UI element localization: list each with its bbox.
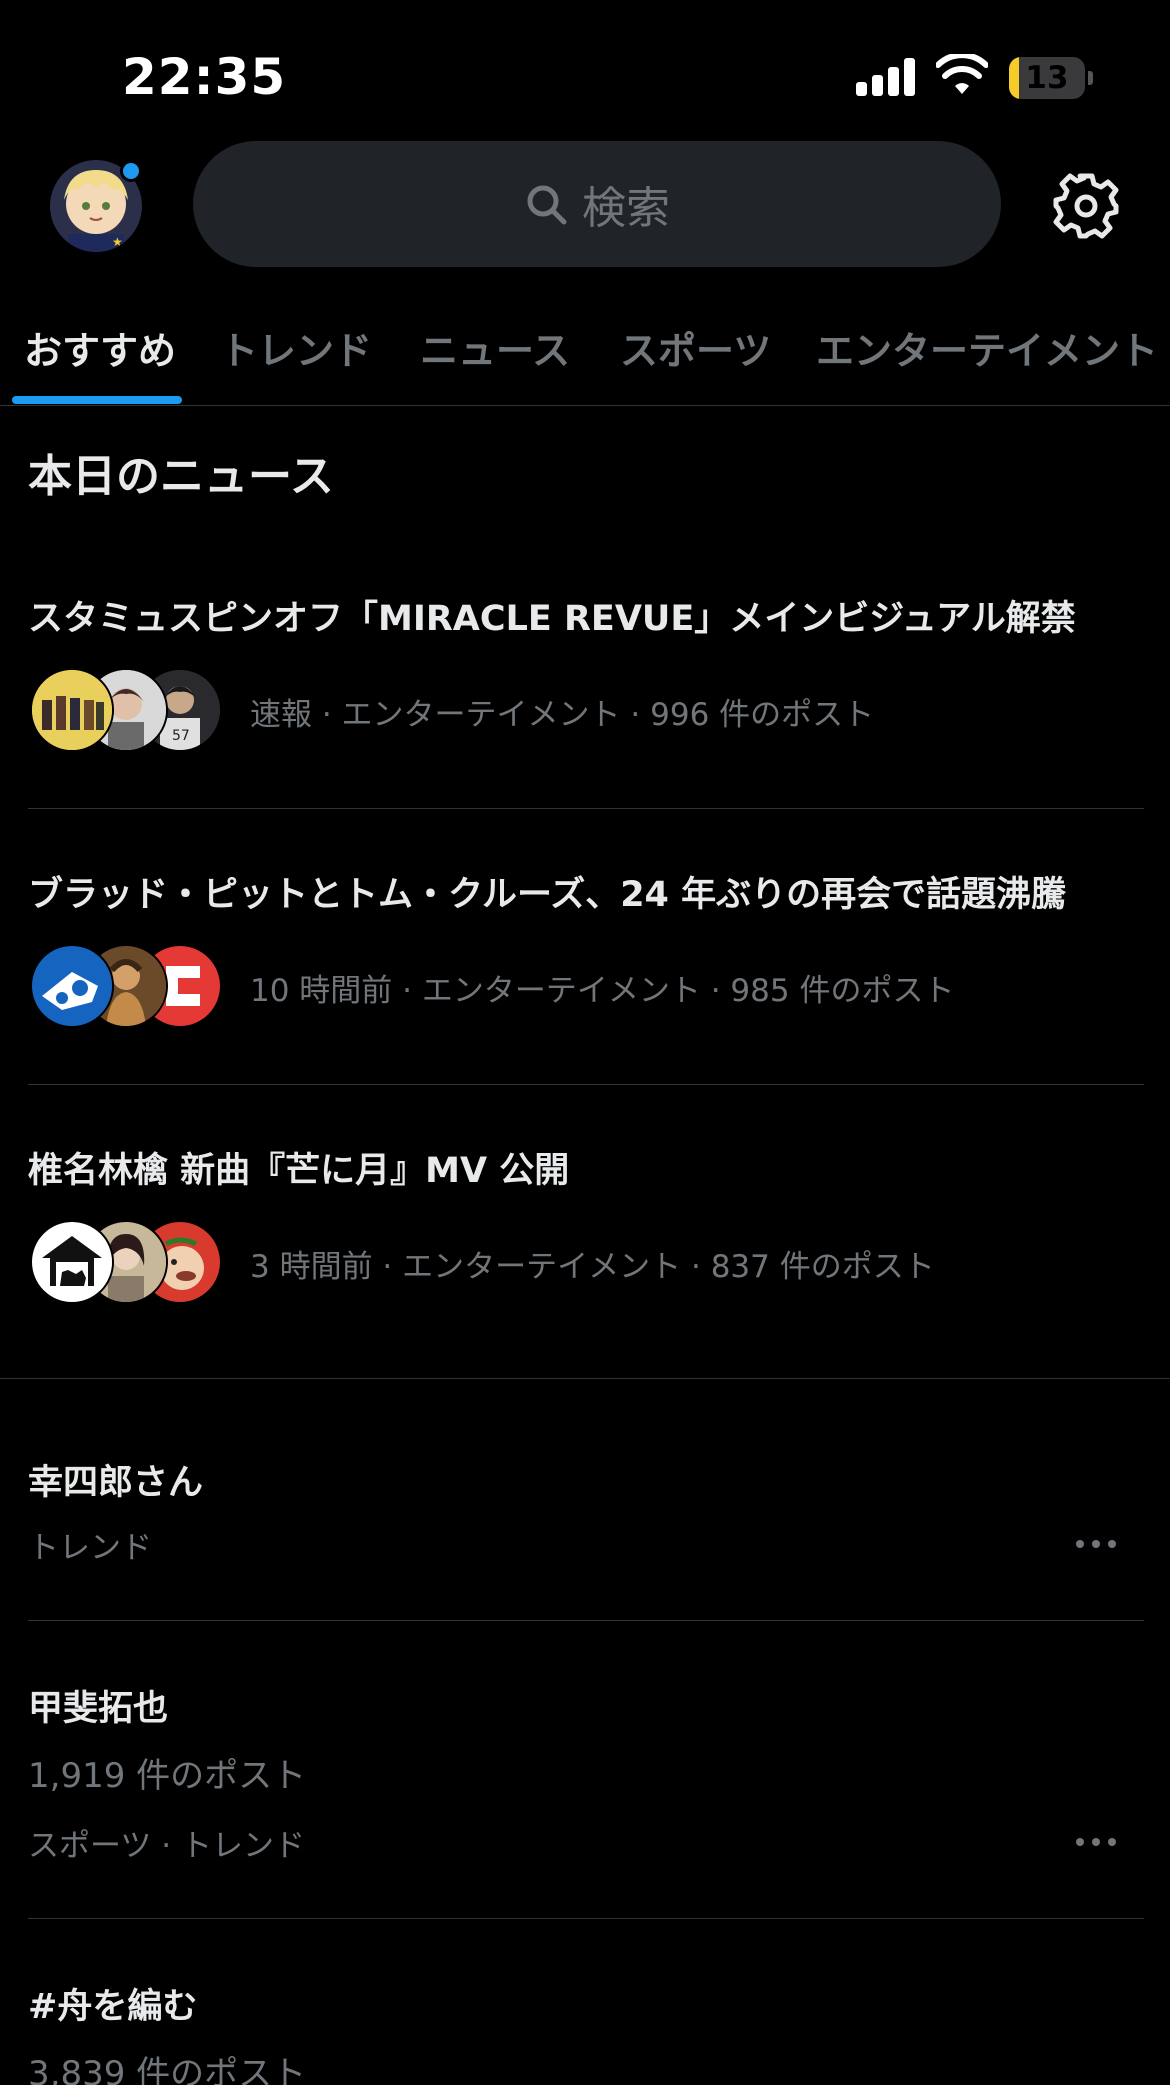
divider xyxy=(28,1084,1144,1085)
news-headline: 椎名林檎 新曲『芒に月』MV 公開 xyxy=(28,1151,570,1191)
battery-level: 13 xyxy=(1025,60,1069,96)
trend-category: スポーツ · トレンド xyxy=(28,1828,305,1864)
divider xyxy=(28,808,1144,809)
explore-tabs: おすすめ トレンド ニュース スポーツ エンターテイメント xyxy=(0,300,1170,406)
news-item[interactable]: 椎名林檎 新曲『芒に月』MV 公開 3 時間前 · エンターテイメント · 83… xyxy=(0,1142,1170,1342)
trend-item[interactable]: 甲斐拓也 1,919 件のポスト スポーツ · トレンド xyxy=(0,1680,1170,1890)
trend-title: #舟を編む xyxy=(28,1987,198,2027)
gear-icon xyxy=(1053,173,1119,239)
svg-text:57: 57 xyxy=(172,728,190,744)
news-avatar-stack: 57 xyxy=(30,668,222,752)
news-avatar-stack xyxy=(30,944,222,1028)
svg-text:★: ★ xyxy=(112,235,123,249)
wifi-icon xyxy=(936,54,988,94)
notification-dot xyxy=(120,160,142,182)
section-divider xyxy=(0,1378,1170,1379)
status-time: 22:35 xyxy=(122,48,287,106)
search-placeholder: 検索 xyxy=(582,183,670,234)
news-meta: 10 時間前 · エンターテイメント · 985 件のポスト xyxy=(250,973,955,1009)
news-thumbnail xyxy=(30,668,114,752)
news-headline: スタミュスピンオフ「MIRACLE REVUE」メインビジュアル解禁 xyxy=(28,599,1076,639)
tab-sports[interactable]: スポーツ xyxy=(620,320,771,375)
section-title-todays-news: 本日のニュース xyxy=(28,451,334,502)
news-thumbnail xyxy=(30,1220,114,1304)
news-thumbnail xyxy=(30,944,114,1028)
settings-button[interactable] xyxy=(1050,170,1122,242)
trend-post-count: 1,919 件のポスト xyxy=(28,1756,307,1796)
news-item[interactable]: スタミュスピンオフ「MIRACLE REVUE」メインビジュアル解禁 57 速報… xyxy=(0,590,1170,790)
more-options-icon[interactable] xyxy=(1070,1524,1122,1564)
news-meta: 速報 · エンターテイメント · 996 件のポスト xyxy=(250,697,875,733)
trend-item[interactable]: 幸四郎さん トレンド xyxy=(0,1454,1170,1604)
search-icon xyxy=(527,185,567,225)
trend-category: トレンド xyxy=(28,1530,152,1566)
active-tab-indicator xyxy=(12,396,182,404)
trend-post-count: 3,839 件のポスト xyxy=(28,2054,307,2085)
explore-screen: 22:35 13 ★ 検索 おすすめ トレンド ニュース スポーツ エンターテイ… xyxy=(0,0,1170,2085)
tab-trending[interactable]: トレンド xyxy=(220,320,372,375)
more-options-icon[interactable] xyxy=(1070,1822,1122,1862)
cellular-signal-icon xyxy=(856,58,916,96)
news-meta: 3 時間前 · エンターテイメント · 837 件のポスト xyxy=(250,1249,935,1285)
trend-title: 甲斐拓也 xyxy=(28,1689,169,1729)
divider xyxy=(28,1918,1144,1919)
tab-entertainment[interactable]: エンターテイメント xyxy=(816,320,1158,375)
trend-item[interactable]: #舟を編む 3,839 件のポスト xyxy=(0,1978,1170,2085)
tab-recommended[interactable]: おすすめ xyxy=(24,320,176,375)
status-bar: 22:35 13 xyxy=(0,0,1170,140)
divider xyxy=(28,1620,1144,1621)
news-avatar-stack xyxy=(30,1220,222,1304)
news-item[interactable]: ブラッド・ピットとトム・クルーズ、24 年ぶりの再会で話題沸騰 10 時間前 ·… xyxy=(0,866,1170,1066)
tab-news[interactable]: ニュース xyxy=(420,320,570,375)
news-headline: ブラッド・ピットとトム・クルーズ、24 年ぶりの再会で話題沸騰 xyxy=(28,875,1067,915)
trend-title: 幸四郎さん xyxy=(28,1463,204,1503)
battery-icon: 13 xyxy=(1009,57,1093,99)
search-input[interactable]: 検索 xyxy=(193,141,1001,267)
